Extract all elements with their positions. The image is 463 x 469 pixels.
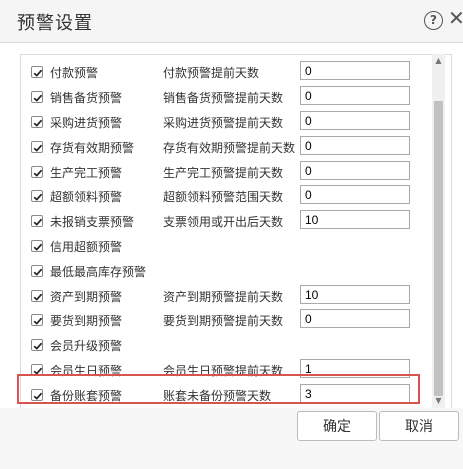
scroll-up-arrow-icon[interactable]: ▲: [432, 54, 445, 68]
days-setting-label: 付款预警提前天数: [163, 66, 260, 80]
warning-label: 未报销支票预警: [50, 215, 135, 229]
setting-row: 付款预警 付款预警提前天数: [21, 61, 431, 85]
days-input[interactable]: [300, 161, 410, 180]
cancel-button[interactable]: 取消: [379, 411, 459, 441]
days-input[interactable]: [300, 285, 410, 304]
dialog-titlebar: 预警设置 ? ✕: [0, 0, 463, 43]
days-setting-label: 销售备货预警提前天数: [163, 91, 284, 105]
warning-checkbox[interactable]: [31, 290, 43, 302]
warning-checkbox[interactable]: [31, 91, 43, 103]
warning-label: 超额领料预警: [50, 190, 123, 204]
setting-row: 最低最高库存预警: [21, 260, 431, 284]
days-setting-label: 超额领料预警范围天数: [163, 190, 284, 204]
setting-row: 存货有效期预警 存货有效期预警提前天数: [21, 136, 431, 160]
warning-label: 存货有效期预警: [50, 141, 135, 155]
warning-checkbox[interactable]: [31, 190, 43, 202]
days-input[interactable]: [300, 86, 410, 105]
close-icon[interactable]: ✕: [448, 6, 463, 30]
vertical-scrollbar[interactable]: ▲ ▼: [432, 54, 445, 408]
setting-row: 会员升级预警: [21, 334, 431, 358]
settings-panel: 付款预警付款预警提前天数销售备货预警销售备货预警提前天数采购进货预警采购进货预警…: [20, 54, 452, 410]
warning-label: 最低最高库存预警: [50, 265, 147, 279]
setting-row: 超额领料预警 超额领料预警范围天数: [21, 185, 431, 209]
days-input[interactable]: [300, 309, 410, 328]
scroll-down-arrow-icon[interactable]: ▼: [432, 394, 445, 408]
warning-label: 销售备货预警: [50, 91, 123, 105]
warning-checkbox[interactable]: [31, 314, 43, 326]
warning-label: 信用超额预警: [50, 240, 123, 254]
days-input[interactable]: [300, 111, 410, 130]
highlight-box: [17, 374, 420, 404]
days-input[interactable]: [300, 136, 410, 155]
setting-row: 资产到期预警 资产到期预警提前天数: [21, 285, 431, 309]
days-input[interactable]: [300, 61, 410, 80]
warning-label: 采购进货预警: [50, 116, 123, 130]
warning-checkbox[interactable]: [31, 240, 43, 252]
days-input[interactable]: [300, 210, 410, 229]
warning-label: 会员升级预警: [50, 339, 123, 353]
days-setting-label: 生产完工预警提前天数: [163, 166, 284, 180]
warning-checkbox[interactable]: [31, 265, 43, 277]
warning-label: 付款预警: [50, 66, 99, 80]
warning-label: 要货到期预警: [50, 314, 123, 328]
days-setting-label: 要货到期预警提前天数: [163, 314, 284, 328]
days-setting-label: 采购进货预警提前天数: [163, 116, 284, 130]
ok-button[interactable]: 确定: [297, 411, 377, 441]
warning-checkbox[interactable]: [31, 215, 43, 227]
setting-row: 采购进货预警 采购进货预警提前天数: [21, 111, 431, 135]
warning-label: 生产完工预警: [50, 166, 123, 180]
question-circle-icon[interactable]: ?: [424, 11, 443, 30]
setting-row: 生产完工预警 生产完工预警提前天数: [21, 161, 431, 185]
warning-checkbox[interactable]: [31, 166, 43, 178]
days-setting-label: 支票领用或开出后天数: [163, 215, 284, 229]
dialog-title: 预警设置: [17, 13, 93, 34]
warning-checkbox[interactable]: [31, 339, 43, 351]
scrollbar-thumb[interactable]: [434, 101, 443, 396]
setting-row: 信用超额预警: [21, 235, 431, 259]
setting-row: 销售备货预警 销售备货预警提前天数: [21, 86, 431, 110]
days-setting-label: 存货有效期预警提前天数: [163, 141, 296, 155]
setting-row: 要货到期预警 要货到期预警提前天数: [21, 309, 431, 333]
days-setting-label: 资产到期预警提前天数: [163, 290, 284, 304]
warning-checkbox[interactable]: [31, 141, 43, 153]
warning-checkbox[interactable]: [31, 116, 43, 128]
days-input[interactable]: [300, 185, 410, 204]
setting-row: 未报销支票预警 支票领用或开出后天数: [21, 210, 431, 234]
warning-label: 资产到期预警: [50, 290, 123, 304]
warning-checkbox[interactable]: [31, 66, 43, 78]
